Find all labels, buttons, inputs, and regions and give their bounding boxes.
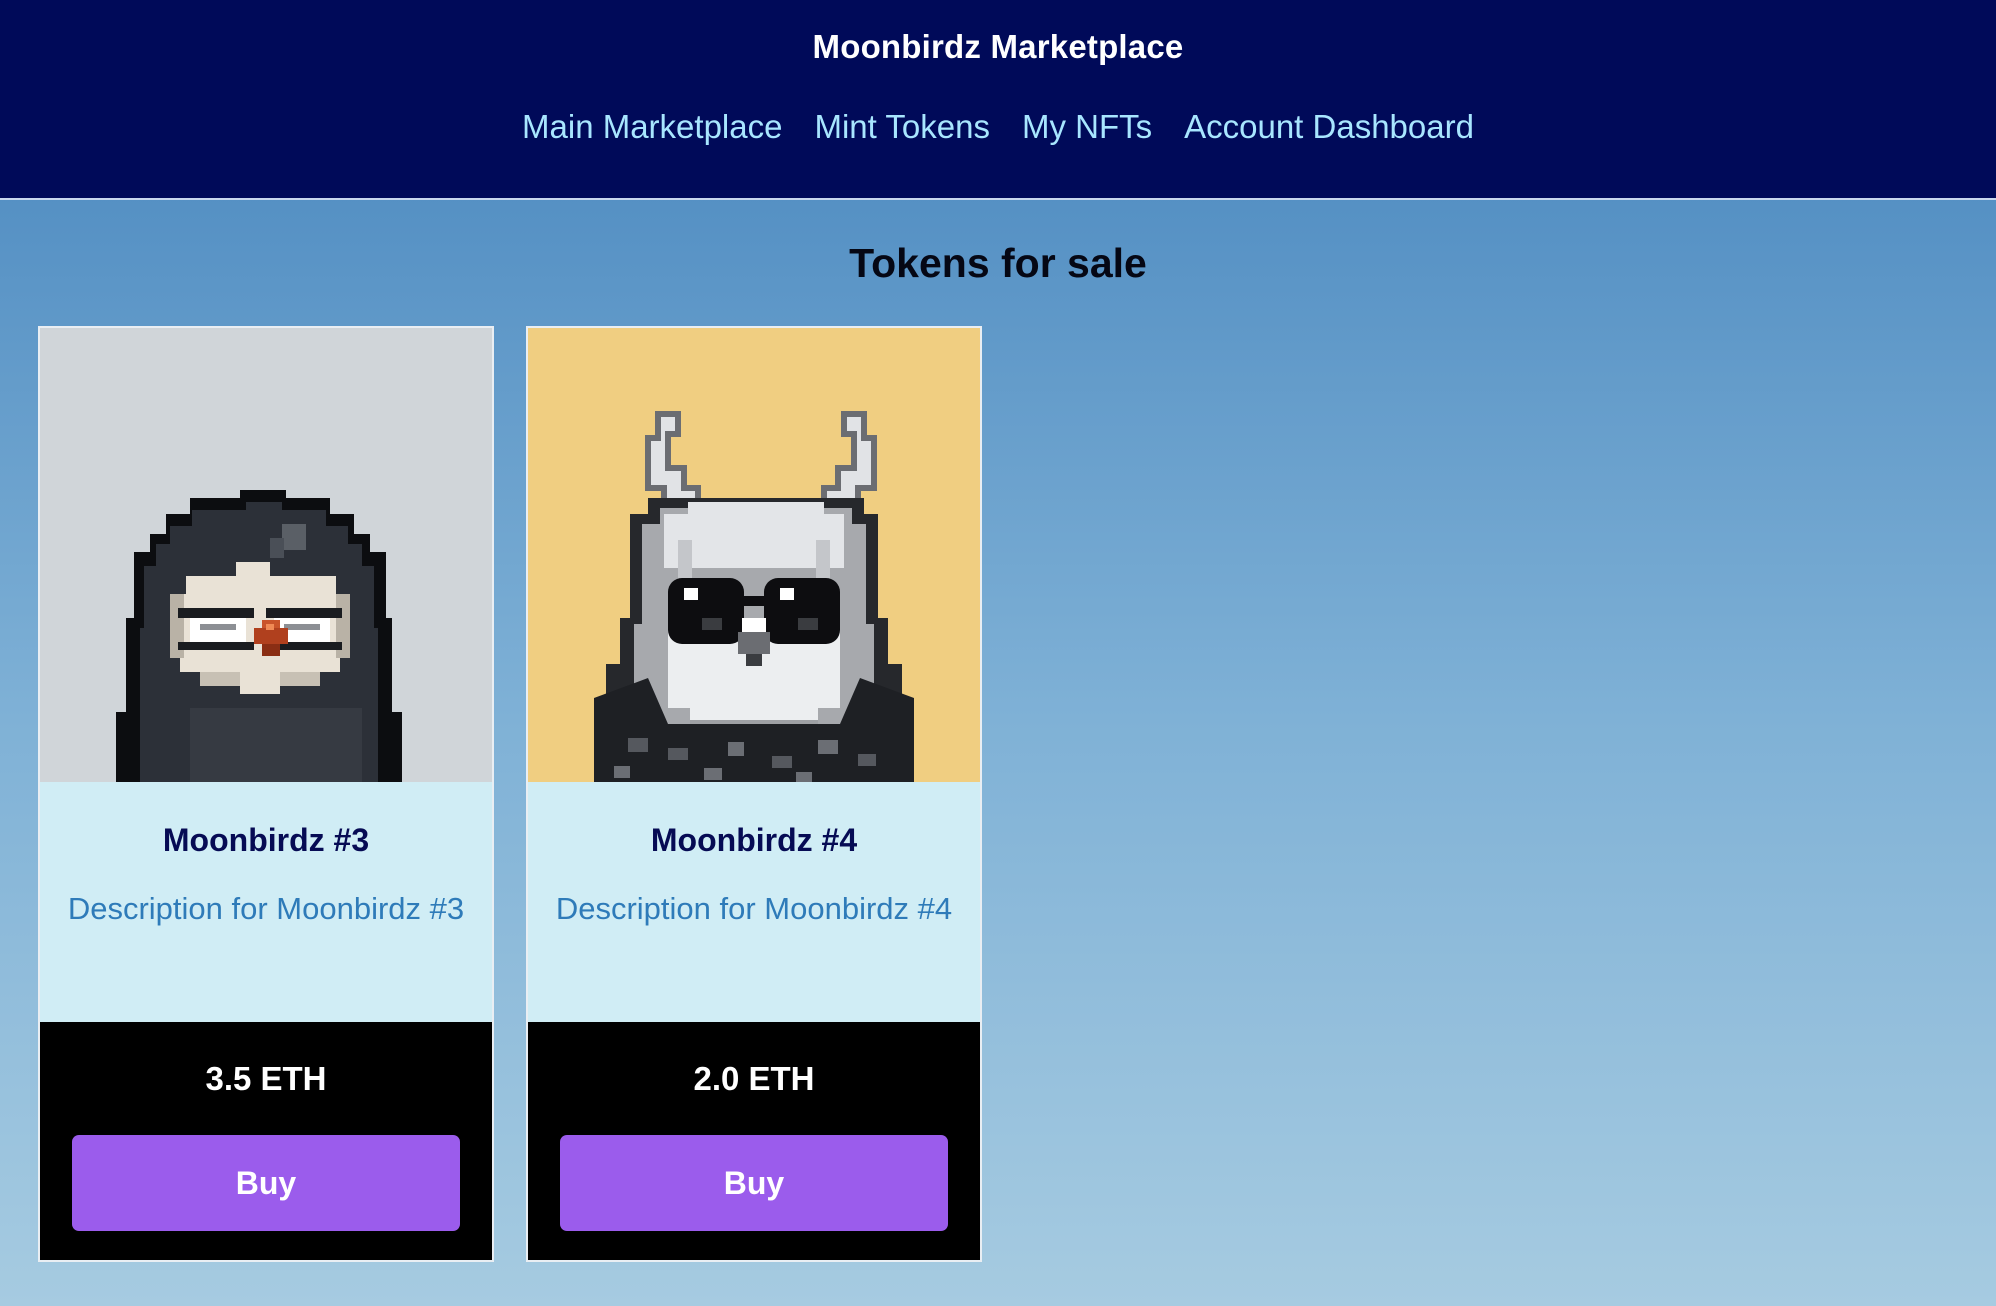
nft-name: Moonbirdz #4	[650, 822, 858, 858]
nft-card: Moonbirdz #3 Description for Moonbirdz #…	[38, 326, 494, 1262]
page-title: Tokens for sale	[849, 240, 1147, 286]
card-body: Moonbirdz #4 Description for Moonbirdz #…	[528, 782, 980, 1022]
nft-card: Moonbirdz #4 Description for Moonbirdz #…	[526, 326, 982, 1262]
nft-name: Moonbirdz #3	[162, 822, 370, 858]
card-body: Moonbirdz #3 Description for Moonbirdz #…	[40, 782, 492, 1022]
nft-description: Description for Moonbirdz #3	[67, 891, 465, 926]
penguin-pixel-art	[40, 328, 492, 782]
nav-link-main-marketplace[interactable]: Main Marketplace	[522, 108, 782, 146]
owl-pixel-art	[528, 328, 980, 782]
top-navbar: Moonbirdz Marketplace Main Marketplace M…	[0, 0, 1996, 200]
nft-image-penguin	[40, 328, 492, 782]
card-footer: 3.5 ETH Buy	[40, 1022, 492, 1260]
nav-link-account-dashboard[interactable]: Account Dashboard	[1184, 108, 1474, 146]
buy-button[interactable]: Buy	[72, 1135, 460, 1231]
site-brand[interactable]: Moonbirdz Marketplace	[0, 28, 1996, 66]
nft-image-owl	[528, 328, 980, 782]
nav-links: Main Marketplace Mint Tokens My NFTs Acc…	[0, 108, 1996, 146]
nft-description: Description for Moonbirdz #4	[555, 891, 953, 926]
nft-price: 2.0 ETH	[693, 1060, 815, 1097]
nft-price: 3.5 ETH	[205, 1060, 327, 1097]
nav-link-mint-tokens[interactable]: Mint Tokens	[814, 108, 989, 146]
nav-link-my-nfts[interactable]: My NFTs	[1022, 108, 1152, 146]
card-footer: 2.0 ETH Buy	[528, 1022, 980, 1260]
buy-button[interactable]: Buy	[560, 1135, 948, 1231]
